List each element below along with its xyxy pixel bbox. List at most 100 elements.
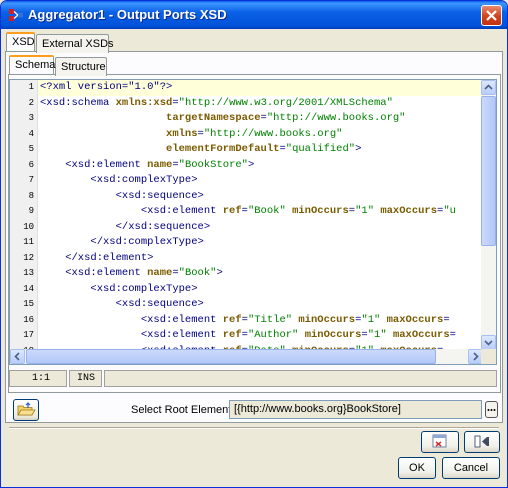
code-token: maxOccurs	[392, 329, 450, 341]
code-token: </xsd:element>	[40, 251, 154, 264]
validate-button[interactable]	[421, 431, 459, 453]
code-area[interactable]: <?xml version="1.0"?> <xsd:schema xmlns:x…	[38, 80, 483, 350]
code-token: elementFormDefault	[166, 143, 280, 155]
code-token: >	[216, 267, 223, 279]
scroll-left-button[interactable]	[10, 349, 25, 364]
ok-button[interactable]: OK	[398, 457, 436, 479]
close-button[interactable]	[481, 5, 502, 26]
tab-xsd-label: XSD	[12, 36, 35, 48]
code-token: name	[147, 158, 173, 171]
code-line: <xsd:element name="Book">	[40, 266, 223, 282]
title-bar[interactable]: Aggregator1 - Output Ports XSD	[1, 1, 507, 29]
edit-mode: INS	[77, 373, 96, 384]
cursor-position-status: 1:1	[9, 370, 67, 387]
code-token: </xsd:complexType>	[40, 236, 204, 248]
ok-button-label: OK	[409, 462, 425, 474]
code-token: =	[443, 313, 450, 326]
code-token: <xsd:complexType>	[40, 174, 198, 186]
line-number: 14	[23, 283, 34, 294]
tab-structure[interactable]: Structure	[55, 57, 107, 76]
line-number: 8	[28, 190, 34, 201]
code-token: "http://www.books.org"	[266, 112, 406, 124]
line-number: 6	[28, 159, 34, 170]
code-token: "1"	[355, 205, 375, 217]
code-token: minOccurs	[298, 313, 356, 326]
code-line: <xsd:element name="BookStore">	[40, 158, 254, 174]
chevron-down-icon	[484, 340, 493, 346]
cursor-position: 1:1	[32, 373, 51, 384]
validate-icon	[432, 434, 447, 448]
code-token: minOccurs	[304, 329, 362, 341]
code-line: </xsd:complexType>	[40, 235, 204, 251]
code-line: <xsd:complexType>	[40, 173, 198, 189]
code-line: </xsd:element>	[40, 251, 153, 267]
cancel-button[interactable]: Cancel	[442, 457, 500, 479]
select-root-element-button[interactable]	[485, 401, 498, 418]
xsd-code-editor[interactable]: 123456789101112131415161718 <?xml versio…	[9, 79, 497, 365]
tab-external-xsds[interactable]: External XSDs	[36, 34, 114, 53]
code-token: <xsd:element	[40, 158, 148, 171]
line-number: 11	[23, 237, 34, 247]
edit-mode-status: INS	[69, 370, 102, 387]
code-token: ref	[222, 329, 242, 341]
code-token: xmlns:xsd	[115, 96, 173, 109]
code-token: "Author"	[247, 329, 299, 341]
code-token: "Book"	[178, 267, 217, 279]
code-line: elementFormDefault="qualified">	[40, 142, 361, 158]
code-token: "1"	[367, 329, 387, 341]
code-token: "qualified"	[285, 143, 356, 155]
line-number: 4	[28, 128, 34, 139]
code-line: </xsd:sequence>	[40, 220, 211, 236]
code-line: <xsd:complexType>	[40, 282, 197, 298]
chevron-left-icon	[14, 352, 20, 361]
code-token: <xsd:sequence>	[40, 189, 204, 202]
root-element-label: Select Root Element	[131, 404, 232, 416]
open-folder-icon	[17, 402, 36, 416]
tab-xsd[interactable]: XSD	[6, 32, 35, 51]
scroll-down-button[interactable]	[481, 335, 496, 350]
code-line: <?xml version="1.0"?>	[40, 80, 172, 96]
code-line: targetNamespace="http://www.books.org"	[40, 111, 405, 127]
line-number: 3	[28, 113, 34, 123]
vertical-scrollbar[interactable]	[481, 80, 496, 350]
tab-structure-label: Structure	[61, 61, 106, 73]
horizontal-scrollbar[interactable]	[10, 349, 483, 364]
code-token: <xsd:element	[40, 329, 223, 341]
horizontal-scroll-thumb[interactable]	[26, 349, 436, 364]
tab-external-xsds-label: External XSDs	[42, 38, 114, 50]
code-token: "http://www.books.org"	[203, 127, 343, 140]
code-line: <xsd:element ref="Book" minOccurs="1" ma…	[40, 204, 456, 220]
code-token: targetNamespace	[166, 112, 261, 124]
code-line: <xsd:sequence>	[40, 297, 204, 313]
ellipsis-icon	[487, 409, 496, 411]
chevron-up-icon	[484, 84, 493, 90]
root-element-value: [{http://www.books.org}BookStore]	[234, 403, 401, 415]
dialog-window: Aggregator1 - Output Ports XSD XSD Exter…	[0, 0, 508, 488]
code-token: "Book"	[247, 205, 286, 217]
code-token: >	[247, 158, 255, 171]
vertical-scroll-thumb[interactable]	[481, 96, 496, 246]
code-token: <xsd:schema	[40, 96, 116, 109]
close-icon	[486, 10, 497, 21]
code-token: maxOccurs	[380, 205, 438, 217]
line-number: 16	[23, 314, 34, 325]
line-number: 1	[28, 82, 34, 92]
code-line: <xsd:sequence>	[40, 189, 204, 205]
scroll-up-button[interactable]	[481, 80, 496, 95]
cancel-button-label: Cancel	[453, 462, 489, 474]
code-line: xmlns="http://www.books.org"	[40, 127, 342, 143]
code-token: xmlns	[166, 127, 198, 140]
tab-schema[interactable]: Schema	[9, 55, 55, 74]
line-number: 7	[28, 175, 34, 185]
open-file-button[interactable]	[13, 399, 39, 421]
code-token: >	[355, 143, 362, 155]
import-button[interactable]	[464, 431, 500, 453]
root-element-field: [{http://www.books.org}BookStore]	[229, 400, 482, 419]
code-token: <xsd:sequence>	[40, 298, 204, 310]
window-title: Aggregator1 - Output Ports XSD	[28, 7, 227, 22]
code-token: "u	[443, 205, 456, 217]
line-number: 17	[23, 330, 34, 340]
